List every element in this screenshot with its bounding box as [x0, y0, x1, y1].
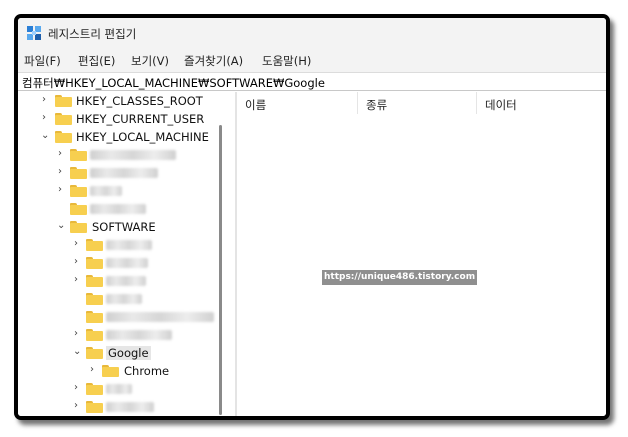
- chevron-right-icon[interactable]: ›: [74, 328, 84, 340]
- folder-icon: [55, 131, 72, 143]
- redacted-label: [106, 258, 148, 268]
- column-header-data[interactable]: 데이터: [477, 92, 606, 114]
- chevron-right-icon[interactable]: ›: [58, 184, 68, 196]
- tree-item-hkey-local-machine[interactable]: ⌄ HKEY_LOCAL_MACHINE: [18, 128, 235, 146]
- folder-icon: [86, 329, 103, 341]
- folder-icon: [102, 365, 119, 377]
- folder-icon: [86, 293, 103, 305]
- redacted-label: [106, 402, 154, 412]
- menu-favorites[interactable]: 즐겨찾기(A): [184, 53, 243, 69]
- tree-item-label: Google: [106, 346, 151, 360]
- redacted-label: [106, 312, 214, 322]
- redacted-label: [106, 294, 142, 304]
- redacted-label: [106, 276, 146, 286]
- menu-file[interactable]: 파일(F): [24, 53, 61, 69]
- values-list-pane[interactable]: 이름 종류 데이터: [237, 92, 606, 416]
- chevron-right-icon[interactable]: ›: [74, 400, 84, 412]
- folder-icon: [55, 113, 72, 125]
- tree-item-hkey-classes-root[interactable]: › HKEY_CLASSES_ROOT: [18, 92, 235, 110]
- chevron-right-icon[interactable]: ›: [58, 166, 68, 178]
- chevron-down-icon[interactable]: ⌄: [73, 346, 83, 358]
- tree-item-hkey-current-user[interactable]: › HKEY_CURRENT_USER: [18, 110, 235, 128]
- tree-item-label: HKEY_LOCAL_MACHINE: [76, 130, 209, 144]
- menu-bar: 파일(F) 편집(E) 보기(V) 즐겨찾기(A) 도움말(H): [18, 48, 606, 72]
- redacted-label: [90, 150, 176, 160]
- chevron-down-icon[interactable]: ⌄: [57, 220, 67, 232]
- folder-icon: [86, 257, 103, 269]
- tree-scrollbar[interactable]: [219, 125, 222, 415]
- tree-item-redacted[interactable]: [18, 290, 235, 308]
- chevron-right-icon[interactable]: ›: [58, 148, 68, 160]
- title-bar: 레지스트리 편집기: [18, 18, 606, 48]
- chevron-down-icon[interactable]: ⌄: [41, 130, 51, 142]
- chevron-right-icon[interactable]: ›: [42, 112, 52, 124]
- redacted-label: [106, 240, 152, 250]
- chevron-right-icon[interactable]: ›: [42, 94, 52, 106]
- folder-icon: [70, 167, 87, 179]
- tree-item-redacted[interactable]: ›: [18, 164, 235, 182]
- folder-icon: [70, 203, 87, 215]
- redacted-label: [90, 168, 158, 178]
- redacted-label: [90, 186, 122, 196]
- watermark: https://unique486.tistory.com: [322, 270, 478, 285]
- tree-item-redacted[interactable]: ›: [18, 380, 235, 398]
- column-header-name[interactable]: 이름: [237, 92, 358, 114]
- folder-icon: [55, 95, 72, 107]
- chevron-right-icon[interactable]: ›: [90, 364, 100, 376]
- tree-item-redacted[interactable]: ›: [18, 398, 235, 416]
- tree-item-redacted[interactable]: ›: [18, 236, 235, 254]
- folder-icon: [86, 311, 103, 323]
- menu-view[interactable]: 보기(V): [131, 53, 169, 69]
- tree-item-redacted[interactable]: [18, 200, 235, 218]
- tree-item-redacted[interactable]: ›: [18, 146, 235, 164]
- chevron-right-icon[interactable]: ›: [74, 238, 84, 250]
- tree-item-label: HKEY_CLASSES_ROOT: [76, 94, 203, 108]
- tree-item-redacted[interactable]: ›: [18, 254, 235, 272]
- registry-tree-pane[interactable]: › HKEY_CLASSES_ROOT › HKEY_CURRENT_USER …: [18, 92, 235, 416]
- chevron-right-icon[interactable]: ›: [74, 274, 84, 286]
- folder-icon: [86, 275, 103, 287]
- redacted-label: [106, 330, 172, 340]
- folder-icon: [70, 221, 87, 233]
- chevron-right-icon[interactable]: ›: [74, 256, 84, 268]
- folder-icon: [86, 239, 103, 251]
- folder-icon: [86, 383, 103, 395]
- address-bar[interactable]: 컴퓨터₩HKEY_LOCAL_MACHINE₩SOFTWARE₩Google: [18, 72, 606, 91]
- menu-help[interactable]: 도움말(H): [262, 53, 311, 69]
- menu-edit[interactable]: 편집(E): [78, 53, 115, 69]
- folder-icon: [70, 149, 87, 161]
- folder-icon: [86, 401, 103, 413]
- tree-item-redacted[interactable]: ›: [18, 272, 235, 290]
- folder-icon: [70, 185, 87, 197]
- tree-item-label: Chrome: [124, 364, 170, 378]
- address-path[interactable]: 컴퓨터₩HKEY_LOCAL_MACHINE₩SOFTWARE₩Google: [22, 75, 325, 91]
- redacted-label: [90, 204, 146, 214]
- tree-item-redacted[interactable]: ›: [18, 326, 235, 344]
- redacted-label: [106, 384, 132, 394]
- registry-editor-icon: [27, 26, 41, 40]
- tree-item-label: SOFTWARE: [92, 220, 156, 234]
- window-title: 레지스트리 편집기: [48, 27, 137, 41]
- chevron-right-icon[interactable]: ›: [74, 382, 84, 394]
- tree-item-redacted[interactable]: ›: [18, 182, 235, 200]
- folder-icon: [86, 347, 103, 359]
- tree-item-software[interactable]: ⌄ SOFTWARE: [18, 218, 235, 236]
- tree-item-redacted[interactable]: [18, 308, 235, 326]
- registry-editor-window: 레지스트리 편집기 파일(F) 편집(E) 보기(V) 즐겨찾기(A) 도움말(…: [14, 14, 610, 420]
- tree-item-google[interactable]: ⌄ Google: [18, 344, 235, 362]
- tree-item-chrome[interactable]: › Chrome: [18, 362, 235, 380]
- tree-item-label: HKEY_CURRENT_USER: [76, 112, 205, 126]
- column-header-type[interactable]: 종류: [358, 92, 477, 114]
